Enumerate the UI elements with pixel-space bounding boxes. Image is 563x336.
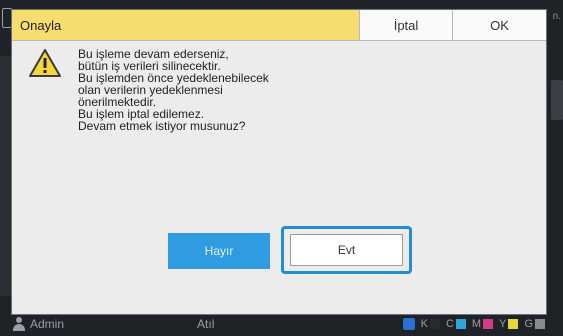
ink-label-k: K [420,318,428,330]
ink-label-y: Y [499,318,507,330]
user-indicator: Admin [12,317,64,331]
warning-icon [29,49,61,77]
ink-label-m: M [471,318,482,330]
ink-drop-icon [402,318,415,330]
ink-swatch-y [508,319,519,329]
ink-swatch-k [429,319,440,329]
person-icon [12,317,26,331]
status-bar: Admin Atıl K C M Y G [0,312,563,336]
background-right-text: n. [552,11,561,22]
background-scrollbar [551,80,563,120]
ink-label-g: G [524,318,533,330]
yes-button-focus-frame: Evt [281,226,412,274]
ink-levels: K C M Y G [402,318,551,330]
ink-swatch-g [535,319,545,329]
ok-button[interactable]: OK [452,10,546,40]
yes-button[interactable]: Evt [290,234,403,266]
ink-swatch-c [455,319,466,329]
ink-swatch-m [483,319,494,329]
ink-label-c: C [445,318,454,330]
message-text: Bu işleme devam ederseniz, bütün iş veri… [78,48,269,132]
dialog-title: Onayla [12,10,359,40]
dialog-message: Bu işleme devam ederseniz, bütün iş veri… [28,48,269,132]
message-line: Devam etmek istiyor musunuz? [78,119,246,133]
confirm-dialog: Onayla İptal OK Bu işleme devam ederseni… [11,9,547,315]
dialog-header: Onayla İptal OK [12,10,546,41]
printer-status: Atıl [197,317,215,331]
cancel-button[interactable]: İptal [359,10,452,40]
user-name: Admin [30,317,65,331]
no-button[interactable]: Hayır [168,233,270,269]
